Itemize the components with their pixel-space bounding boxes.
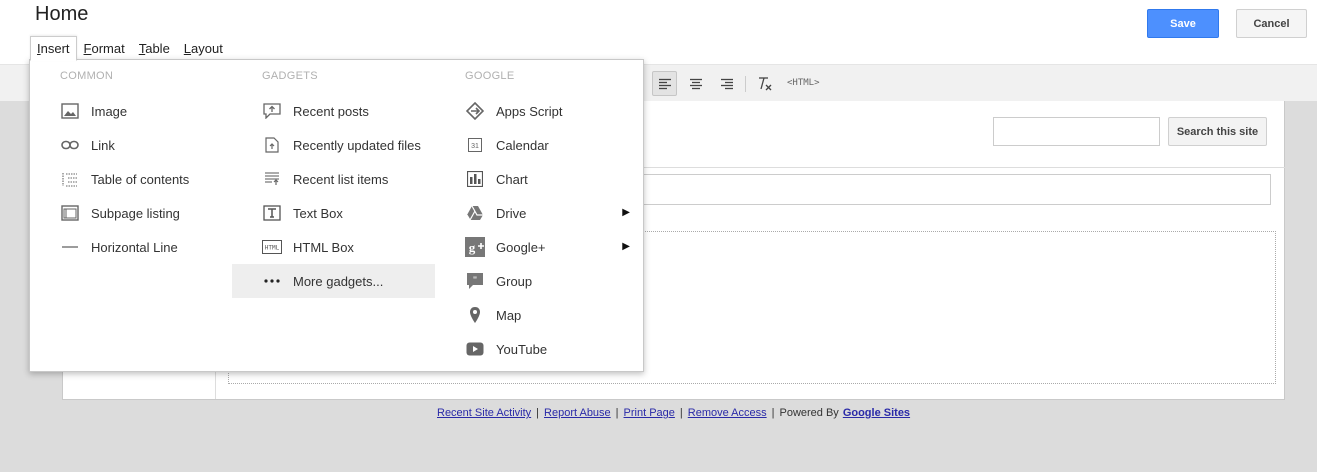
insert-group-item[interactable]: " Group: [435, 264, 645, 298]
insert-subpage-listing-item[interactable]: Subpage listing: [30, 196, 232, 230]
html-editor-button[interactable]: <HTML>: [787, 78, 820, 88]
toolbar-separator: [745, 76, 746, 92]
youtube-icon: [465, 339, 485, 359]
insert-link-item[interactable]: Link: [30, 128, 232, 162]
html-box-icon: HTML: [262, 237, 282, 257]
align-right-icon[interactable]: [714, 71, 739, 96]
menu-insert[interactable]: Insert: [30, 36, 77, 61]
insert-text-box-item[interactable]: Text Box: [232, 196, 435, 230]
svg-text:g: g: [469, 240, 476, 255]
insert-drive-item[interactable]: Drive ▶: [435, 196, 645, 230]
save-button[interactable]: Save: [1147, 9, 1219, 38]
insert-apps-script-item[interactable]: Apps Script: [435, 94, 645, 128]
cancel-button[interactable]: Cancel: [1236, 9, 1307, 38]
insert-image-item[interactable]: Image: [30, 94, 232, 128]
recent-posts-icon: [262, 101, 282, 121]
recently-updated-files-icon: [262, 135, 282, 155]
drive-icon: [465, 203, 485, 223]
align-center-icon[interactable]: [683, 71, 708, 96]
apps-script-icon: [465, 101, 485, 121]
clear-formatting-icon[interactable]: [752, 71, 777, 96]
submenu-arrow-icon: ▶: [622, 241, 630, 252]
page-title: Home: [35, 3, 89, 25]
align-left-icon[interactable]: [652, 71, 677, 96]
editor-header: Home Insert Format Table Layout Save Can…: [0, 0, 1317, 64]
insert-recently-updated-files-item[interactable]: Recently updated files: [232, 128, 435, 162]
footer-link-recent-activity[interactable]: Recent Site Activity: [437, 407, 531, 419]
insert-more-gadgets-item[interactable]: More gadgets...: [232, 264, 435, 298]
footer-link-remove-access[interactable]: Remove Access: [688, 407, 767, 419]
menu-layout[interactable]: Layout: [177, 36, 230, 60]
insert-google-plus-item[interactable]: g Google+ ▶: [435, 230, 645, 264]
powered-by-label: Powered By: [779, 407, 839, 419]
insert-recent-list-items-item[interactable]: Recent list items: [232, 162, 435, 196]
search-input[interactable]: [993, 117, 1160, 146]
google-heading: GOOGLE: [465, 70, 515, 82]
subpage-listing-icon: [60, 203, 80, 223]
google-plus-icon: g: [465, 237, 485, 257]
common-heading: COMMON: [60, 70, 114, 82]
map-pin-icon: [465, 305, 485, 325]
image-icon: [60, 101, 80, 121]
menu-table[interactable]: Table: [132, 36, 177, 60]
insert-html-box-item[interactable]: HTML HTML Box: [232, 230, 435, 264]
svg-text:31: 31: [471, 143, 479, 150]
search-button[interactable]: Search this site: [1168, 117, 1267, 146]
horizontal-line-icon: [60, 237, 80, 257]
menu-format[interactable]: Format: [77, 36, 132, 60]
submenu-arrow-icon: ▶: [622, 207, 630, 218]
svg-text:": ": [473, 275, 478, 285]
insert-youtube-item[interactable]: YouTube: [435, 332, 645, 366]
svg-text:HTML: HTML: [265, 245, 280, 252]
footer-link-report-abuse[interactable]: Report Abuse: [544, 407, 611, 419]
recent-list-items-icon: [262, 169, 282, 189]
insert-map-item[interactable]: Map: [435, 298, 645, 332]
site-footer: Recent Site Activity | Report Abuse | Print …: [437, 407, 911, 419]
group-icon: ": [465, 271, 485, 291]
insert-menu: COMMON GADGETS GOOGLE Image Link Table o…: [29, 59, 644, 372]
insert-chart-item[interactable]: Chart: [435, 162, 645, 196]
link-icon: [60, 135, 80, 155]
google-sites-link[interactable]: Google Sites: [843, 407, 910, 419]
footer-link-print-page[interactable]: Print Page: [624, 407, 675, 419]
more-dots-icon: [262, 271, 282, 291]
text-box-icon: [262, 203, 282, 223]
insert-recent-posts-item[interactable]: Recent posts: [232, 94, 435, 128]
insert-horizontal-line-item[interactable]: Horizontal Line: [30, 230, 232, 264]
menubar: Insert Format Table Layout: [30, 36, 230, 61]
chart-icon: [465, 169, 485, 189]
insert-toc-item[interactable]: Table of contents: [30, 162, 232, 196]
calendar-icon: 31: [465, 135, 485, 155]
table-of-contents-icon: [60, 169, 80, 189]
gadgets-heading: GADGETS: [262, 70, 318, 82]
insert-calendar-item[interactable]: 31 Calendar: [435, 128, 645, 162]
